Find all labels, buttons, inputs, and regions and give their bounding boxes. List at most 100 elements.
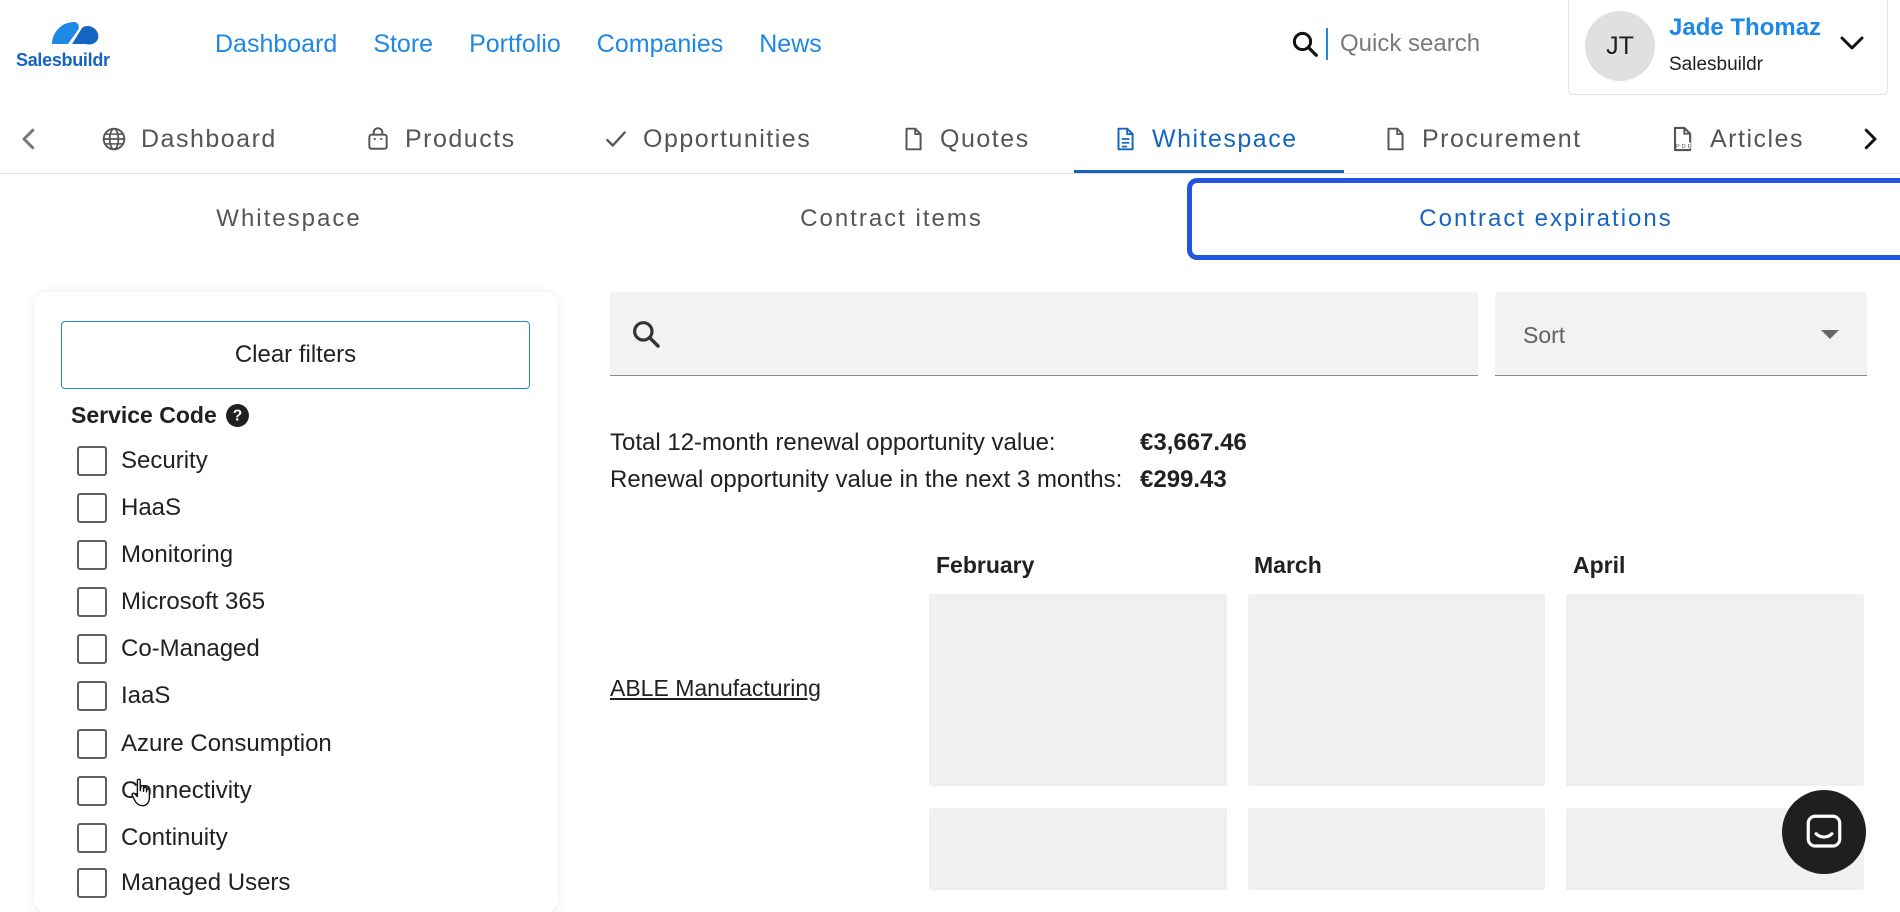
filter-group-title: Service Code ? — [71, 402, 250, 429]
user-company: Salesbuildr — [1669, 54, 1763, 75]
filter-option-label: Microsoft 365 — [121, 588, 266, 615]
checkbox[interactable] — [77, 446, 107, 476]
sort-select[interactable]: Sort — [1495, 292, 1867, 376]
avatar[interactable]: JT — [1585, 11, 1655, 81]
filter-option-label: Azure Consumption — [121, 730, 332, 757]
chat-icon — [1806, 814, 1842, 848]
contracts-search[interactable] — [610, 292, 1478, 376]
checkbox[interactable] — [77, 823, 107, 853]
tab-label: Whitespace — [1152, 124, 1298, 153]
checkbox[interactable] — [77, 634, 107, 664]
shopping-bag-icon — [368, 127, 388, 150]
filter-option-haas[interactable]: HaaS — [77, 488, 181, 528]
subtab-contract-expirations[interactable]: Contract expirations — [1187, 178, 1900, 260]
tab-label: Opportunities — [643, 124, 812, 153]
help-icon[interactable]: ? — [225, 403, 250, 428]
contracts-search-input[interactable] — [680, 314, 1460, 354]
checkbox[interactable] — [77, 493, 107, 523]
caret-down-icon — [1821, 330, 1839, 339]
chevron-left-icon[interactable] — [14, 124, 44, 154]
expiration-cell[interactable] — [1248, 808, 1545, 890]
sort-label: Sort — [1523, 322, 1566, 348]
top-header: Salesbuildr Dashboard Store Portfolio Co… — [0, 0, 1900, 96]
check-icon — [606, 131, 626, 147]
document-icon — [1387, 127, 1404, 151]
expiration-cell[interactable] — [1566, 594, 1864, 786]
logo-text: Salesbuildr — [16, 50, 110, 70]
search-icon[interactable] — [1290, 29, 1320, 59]
tab-products[interactable]: Products — [365, 104, 516, 174]
logo-mark-icon — [52, 22, 99, 45]
pdf-icon: PDF — [1673, 126, 1693, 152]
checkbox[interactable] — [77, 729, 107, 759]
pointer-hand-icon — [131, 778, 151, 807]
filter-option-microsoft-365[interactable]: Microsoft 365 — [77, 582, 265, 622]
filter-option-azure-consumption[interactable]: Azure Consumption — [77, 724, 332, 764]
nav-portfolio[interactable]: Portfolio — [469, 30, 561, 59]
chat-launcher-button[interactable] — [1782, 790, 1866, 874]
tab-label: Procurement — [1422, 124, 1582, 153]
active-tab-indicator — [1074, 170, 1344, 173]
checkbox[interactable] — [77, 776, 107, 806]
tab-whitespace[interactable]: Whitespace — [1112, 104, 1298, 174]
quick-search-input[interactable] — [1340, 30, 1510, 58]
user-name[interactable]: Jade Thomaz — [1669, 14, 1821, 42]
filter-option-label: HaaS — [121, 494, 182, 521]
filter-option-continuity[interactable]: Continuity — [77, 818, 228, 858]
nav-store[interactable]: Store — [373, 30, 433, 59]
filter-option-managed-users[interactable]: Managed Users — [77, 863, 290, 903]
tab-quotes[interactable]: Quotes — [900, 104, 1030, 174]
clear-filters-button[interactable]: Clear filters — [61, 321, 530, 389]
user-menu[interactable]: JT Jade Thomaz Salesbuildr — [1568, 0, 1888, 95]
search-icon — [633, 321, 660, 348]
filter-option-label: Monitoring — [121, 541, 234, 568]
top-nav: Dashboard Store Portfolio Companies News — [215, 30, 858, 59]
subtab-whitespace[interactable]: Whitespace — [0, 178, 578, 260]
chevron-right-icon[interactable] — [1855, 124, 1885, 154]
nav-news[interactable]: News — [759, 30, 822, 59]
checkbox[interactable] — [77, 587, 107, 617]
filter-option-label: Security — [121, 447, 208, 474]
expiration-cell[interactable] — [1248, 594, 1545, 786]
subtab-contract-items[interactable]: Contract items — [600, 178, 1183, 260]
filter-option-label: Continuity — [121, 824, 228, 851]
filter-option-label: Managed Users — [121, 869, 291, 896]
summary-label: Renewal opportunity value in the next 3 … — [610, 466, 1123, 493]
salesbuildr-logo[interactable]: Salesbuildr — [14, 18, 124, 72]
filter-option-iaas[interactable]: IaaS — [77, 676, 170, 716]
expiration-cell[interactable] — [929, 808, 1227, 890]
tab-opportunities[interactable]: Opportunities — [603, 104, 811, 174]
month-header-march: March — [1254, 552, 1322, 578]
tab-label: Articles — [1710, 124, 1804, 153]
filter-option-security[interactable]: Security — [77, 441, 208, 481]
chevron-down-icon[interactable] — [1837, 28, 1867, 58]
nav-dashboard[interactable]: Dashboard — [215, 30, 337, 59]
summary-next-3-months: Renewal opportunity value in the next 3 … — [610, 464, 1227, 496]
filter-option-connectivity[interactable]: Connectivity — [77, 771, 252, 811]
subtab-bar: Whitespace Contract items Contract expir… — [0, 178, 1900, 260]
summary-value: €299.43 — [1140, 466, 1227, 493]
nav-companies[interactable]: Companies — [597, 30, 723, 59]
checkbox[interactable] — [77, 681, 107, 711]
checkbox[interactable] — [77, 540, 107, 570]
quick-search — [1290, 28, 1510, 60]
tab-label: Dashboard — [141, 124, 277, 153]
tab-procurement[interactable]: Procurement — [1382, 104, 1582, 174]
month-header-april: April — [1573, 552, 1626, 578]
filter-option-co-managed[interactable]: Co-Managed — [77, 629, 260, 669]
company-link[interactable]: ABLE Manufacturing — [610, 675, 821, 702]
tab-label: Products — [405, 124, 516, 153]
tab-dashboard[interactable]: Dashboard — [101, 104, 277, 174]
checkbox[interactable] — [77, 868, 107, 898]
svg-text:PDF: PDF — [1676, 144, 1693, 150]
tab-articles[interactable]: PDF Articles — [1668, 104, 1804, 174]
expiration-cell[interactable] — [929, 594, 1227, 786]
summary-label: Total 12-month renewal opportunity value… — [610, 429, 1056, 456]
filter-panel: Clear filters Service Code ? Security Ha… — [34, 292, 558, 912]
filter-option-label: IaaS — [121, 682, 171, 709]
month-header-february: February — [936, 552, 1035, 578]
filter-option-monitoring[interactable]: Monitoring — [77, 535, 233, 575]
tab-bar: Dashboard Products Opportunities Quotes — [0, 104, 1900, 174]
document-lines-icon — [1117, 127, 1134, 151]
filter-title-text: Service Code — [71, 402, 217, 428]
